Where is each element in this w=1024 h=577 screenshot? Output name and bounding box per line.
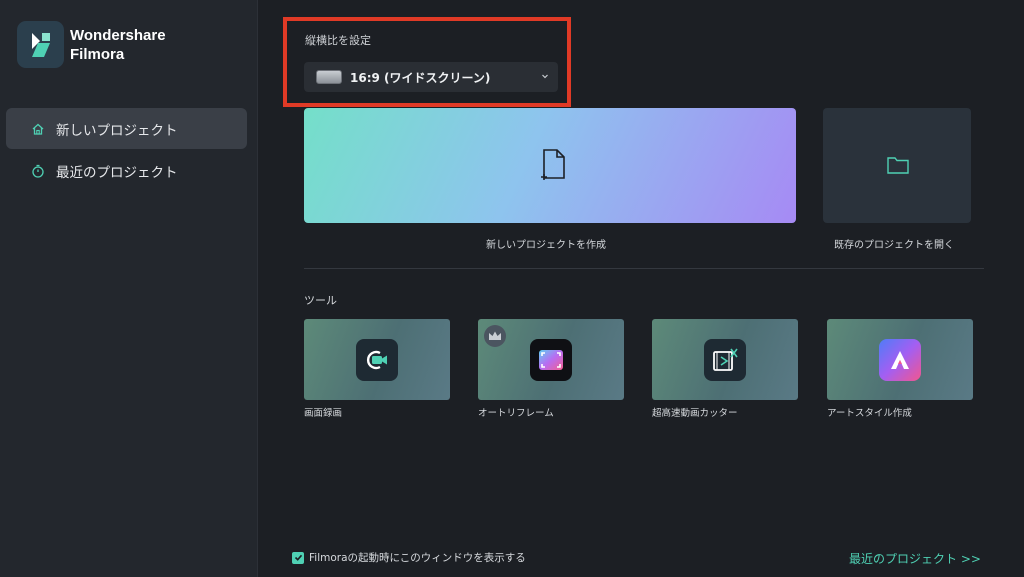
startup-checkbox-label: Filmoraの起動時にこのウィンドウを表示する — [309, 552, 526, 564]
new-project-card[interactable] — [304, 108, 796, 223]
aspect-ratio-select[interactable]: 16:9 (ワイドスクリーン) — [304, 62, 558, 92]
sidebar-item-new-project[interactable]: 新しいプロジェクト — [6, 108, 247, 149]
crown-icon — [484, 325, 506, 347]
folder-icon — [886, 155, 910, 179]
sidebar: Wondershare Filmora 新しいプロジェクト 最近のプロジェクト — [0, 0, 258, 577]
screen-record-icon — [356, 339, 398, 381]
art-style-icon — [879, 339, 921, 381]
open-project-card[interactable] — [823, 108, 971, 223]
aspect-ratio-label: 縦横比を設定 — [305, 34, 371, 47]
tool-screen-record[interactable] — [304, 319, 450, 400]
app-name: Wondershare Filmora — [70, 26, 166, 63]
tool-caption: オートリフレーム — [478, 408, 554, 419]
filmora-logo-icon — [17, 21, 64, 68]
widescreen-icon — [316, 70, 342, 84]
chevron-down-icon — [540, 70, 550, 84]
new-project-caption: 新しいプロジェクトを作成 — [486, 240, 606, 251]
startup-checkbox[interactable] — [292, 551, 304, 564]
recent-projects-link[interactable]: 最近のプロジェクト >> — [849, 550, 981, 567]
sidebar-item-label: 新しいプロジェクト — [56, 122, 178, 139]
timer-icon — [30, 163, 46, 179]
auto-reframe-icon — [530, 339, 572, 381]
tools-heading: ツール — [304, 294, 337, 307]
startup-checkbox-row: Filmoraの起動時にこのウィンドウを表示する — [292, 550, 526, 565]
tool-caption: 画面録画 — [304, 408, 343, 419]
app-logo: Wondershare Filmora — [17, 21, 166, 68]
new-file-icon — [538, 148, 566, 186]
tool-video-cutter[interactable] — [652, 319, 798, 400]
sidebar-item-label: 最近のプロジェクト — [56, 164, 178, 181]
open-project-caption: 既存のプロジェクトを開く — [834, 240, 954, 251]
home-icon — [30, 121, 46, 137]
tool-art-style[interactable] — [827, 319, 973, 400]
tool-caption: 超高速動画カッター — [652, 408, 738, 419]
video-cutter-icon — [704, 339, 746, 381]
tool-auto-reframe[interactable] — [478, 319, 624, 400]
aspect-ratio-value: 16:9 (ワイドスクリーン) — [350, 70, 491, 85]
divider — [304, 268, 984, 269]
sidebar-item-recent-projects[interactable]: 最近のプロジェクト — [6, 150, 247, 191]
tool-caption: アートスタイル作成 — [827, 408, 912, 419]
